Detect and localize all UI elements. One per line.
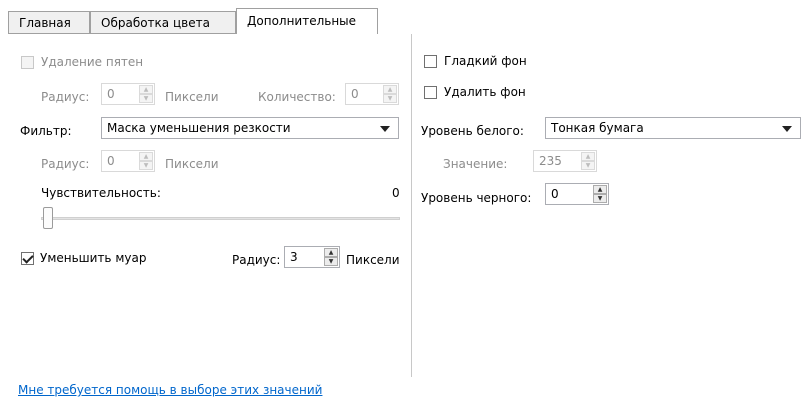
black-level-stepper[interactable]: 0 ▲ ▼: [545, 183, 609, 205]
sensitivity-slider-track[interactable]: [41, 217, 400, 220]
column-divider: [411, 34, 412, 377]
spin-up-icon[interactable]: ▲: [139, 85, 153, 94]
white-level-dropdown[interactable]: Тонкая бумага: [545, 117, 801, 139]
filter-value: Маска уменьшения резкости: [107, 121, 291, 135]
spin-up-icon[interactable]: ▲: [139, 152, 153, 161]
black-level-value: 0: [551, 187, 559, 201]
spin-down-icon[interactable]: ▼: [139, 94, 153, 103]
moire-label: Уменьшить муар: [40, 251, 147, 265]
moire-radius-unit: Пиксели: [346, 253, 400, 267]
help-link[interactable]: Мне требуется помощь в выборе этих значе…: [18, 383, 322, 397]
tab-advanced[interactable]: Дополнительные: [236, 8, 378, 34]
smooth-bg-label: Гладкий фон: [444, 54, 527, 68]
radius1-unit: Пиксели: [165, 90, 219, 104]
radius1-label: Радиус:: [41, 90, 90, 104]
radius1-stepper[interactable]: 0 ▲ ▼: [101, 83, 155, 105]
radius1-value: 0: [107, 87, 115, 101]
spin-down-icon[interactable]: ▼: [383, 94, 397, 103]
tab-main-label: Главная: [19, 16, 71, 30]
remove-bg-checkbox[interactable]: [424, 86, 437, 99]
despeckle-checkbox[interactable]: [21, 56, 34, 69]
tab-color-processing-label: Обработка цвета: [101, 16, 210, 30]
sensitivity-slider-thumb[interactable]: [43, 207, 53, 229]
radius2-label: Радиус:: [41, 157, 90, 171]
radius2-stepper[interactable]: 0 ▲ ▼: [101, 150, 155, 172]
remove-bg-label: Удалить фон: [444, 85, 526, 99]
filter-dropdown[interactable]: Маска уменьшения резкости: [101, 117, 399, 139]
sensitivity-value: 0: [392, 186, 400, 200]
tab-main[interactable]: Главная: [8, 11, 90, 33]
despeckle-label: Удаление пятен: [41, 55, 144, 69]
white-level-value: Тонкая бумага: [551, 121, 644, 135]
moire-radius-value: 3: [290, 250, 298, 264]
tab-color-processing[interactable]: Обработка цвета: [90, 11, 236, 33]
white-value-label: Значение:: [443, 157, 508, 171]
spin-down-icon[interactable]: ▼: [581, 161, 595, 170]
white-level-label: Уровень белого:: [421, 124, 524, 138]
chevron-down-icon: [782, 126, 792, 132]
moire-checkbox[interactable]: [21, 252, 34, 265]
spin-up-icon[interactable]: ▲: [324, 248, 338, 257]
sensitivity-label: Чувствительность:: [41, 186, 161, 200]
spin-up-icon[interactable]: ▲: [581, 152, 595, 161]
tab-advanced-label: Дополнительные: [247, 14, 357, 28]
smooth-bg-checkbox[interactable]: [424, 55, 437, 68]
spin-down-icon[interactable]: ▼: [324, 257, 338, 266]
spin-up-icon[interactable]: ▲: [593, 185, 607, 194]
white-value-value: 235: [539, 154, 562, 168]
black-level-label: Уровень черного:: [421, 191, 532, 205]
chevron-down-icon: [380, 126, 390, 132]
quantity-label: Количество:: [258, 90, 336, 104]
moire-radius-label: Радиус:: [232, 253, 281, 267]
filter-label: Фильтр:: [20, 124, 72, 138]
spin-down-icon[interactable]: ▼: [139, 161, 153, 170]
quantity-value: 0: [351, 87, 359, 101]
moire-radius-stepper[interactable]: 3 ▲ ▼: [284, 246, 340, 268]
spin-down-icon[interactable]: ▼: [593, 194, 607, 203]
spin-up-icon[interactable]: ▲: [383, 85, 397, 94]
quantity-stepper[interactable]: 0 ▲ ▼: [345, 83, 399, 105]
radius2-value: 0: [107, 154, 115, 168]
white-value-stepper[interactable]: 235 ▲ ▼: [533, 150, 597, 172]
radius2-unit: Пиксели: [165, 157, 219, 171]
